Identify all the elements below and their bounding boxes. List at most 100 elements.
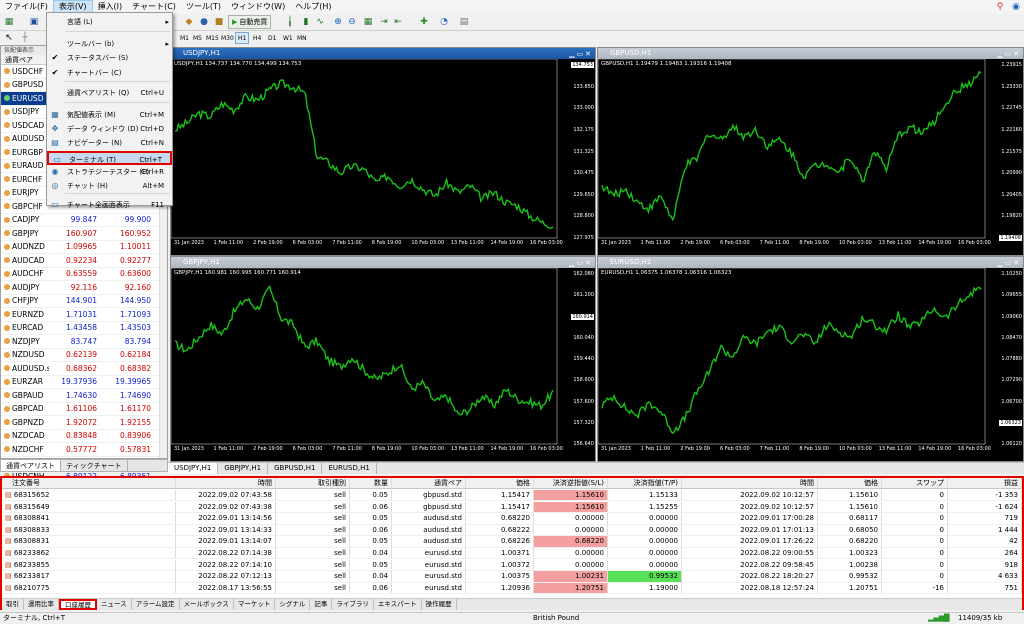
chart-title-bar[interactable]: USDJPY,H1 ▁▭✕: [171, 48, 595, 59]
market-watch-tab-0[interactable]: 通貨ペアリスト: [1, 460, 61, 471]
chart-tab-1[interactable]: GBPJPY,H1: [218, 463, 269, 474]
chart-tab-3[interactable]: EURUSD,H1: [322, 463, 377, 474]
timeframe-h1[interactable]: H1: [235, 32, 250, 44]
menu-item-6[interactable]: ヘルプ(H): [290, 0, 336, 14]
chart-window-gbpjpy[interactable]: GBPJPY,H1 ▁▭✕ GBPJPY,H1 160.981 160.995 16…: [170, 256, 596, 462]
chart-tab-0[interactable]: USDJPY,H1: [168, 463, 219, 474]
templates-icon[interactable]: ▤: [458, 16, 470, 28]
menu-option-7[interactable]: ▤ ナビゲーター (N) Ctrl+N: [47, 136, 172, 150]
menu-option-9[interactable]: ◉ ストラテジーテスター (E) Ctrl+R: [47, 165, 172, 179]
quote-row[interactable]: AUDNZD 1.09965 1.10011: [1, 241, 167, 254]
terminal-tab-1[interactable]: 運用比率: [24, 599, 59, 610]
quote-row[interactable]: GBPCAD 1.61106 1.61170: [1, 403, 167, 416]
timeframe-h4[interactable]: H4: [250, 32, 264, 44]
quote-row[interactable]: AUDUSD.std 0.68362 0.68382: [1, 362, 167, 376]
zoom-out-icon[interactable]: ⊖: [346, 16, 358, 28]
history-row[interactable]: ▤ 68308833 2022.09.01 13:14:33 sell 0.06 aud…: [2, 524, 1022, 537]
timeframe-d1[interactable]: D1: [265, 32, 279, 44]
terminal-tab-7[interactable]: シグナル: [275, 599, 311, 610]
terminal-tab-4[interactable]: アラーム設定: [132, 599, 180, 610]
terminal-tab-0[interactable]: 取引: [2, 599, 24, 610]
candlestick-icon[interactable]: ▮: [300, 16, 312, 28]
column-header-1[interactable]: 時間: [176, 478, 276, 488]
quote-row[interactable]: AUDJPY 92.116 92.160: [1, 281, 167, 295]
quote-row[interactable]: EURNZD 1.71031 1.71093: [1, 308, 167, 322]
menu-item-4[interactable]: ツール(T): [181, 0, 226, 14]
terminal-tab-5[interactable]: メールボックス: [180, 599, 234, 610]
chart-window-usdjpy[interactable]: USDJPY,H1 ▁▭✕ USDJPY,H1 134.737 134.770 13…: [170, 47, 596, 256]
history-row[interactable]: ▤ 68233855 2022.08.22 07:14:10 sell 0.05 eur…: [2, 559, 1022, 571]
column-header-8[interactable]: 時間: [682, 478, 818, 488]
menu-item-5[interactable]: ウィンドウ(W): [226, 0, 290, 14]
profiles-icon[interactable]: ▣: [28, 16, 40, 28]
column-header-9[interactable]: 価格: [818, 478, 882, 488]
symbol-column-header[interactable]: 通貨ペア: [5, 55, 33, 64]
column-header-11[interactable]: 損益: [948, 478, 1022, 488]
quote-row[interactable]: EURCAD 1.43458 1.43503: [1, 322, 167, 335]
history-row[interactable]: ▤ 68233817 2022.08.22 07:12:13 sell 0.04 eur…: [2, 571, 1022, 583]
terminal-tab-3[interactable]: ニュース: [97, 599, 132, 610]
zoom-in-icon[interactable]: ⊕: [332, 16, 344, 28]
column-header-2[interactable]: 取引種別: [276, 478, 350, 488]
line-chart-icon[interactable]: ∿: [314, 16, 326, 28]
chart-title-bar[interactable]: GBPJPY,H1 ▁▭✕: [171, 257, 595, 268]
menu-option-4[interactable]: 通貨ペアリスト (Q) Ctrl+U: [47, 86, 172, 100]
quote-row[interactable]: EURZAR 19.37936 19.39965: [1, 376, 167, 389]
history-row[interactable]: ▤ 68210775 2022.08.17 13:56:55 sell 0.06 eur…: [2, 582, 1022, 595]
price-plot[interactable]: [171, 268, 595, 461]
bar-chart-icon[interactable]: ╽: [284, 16, 296, 28]
column-header-6[interactable]: 決済逆指値(S/L): [534, 478, 608, 488]
terminal-icon[interactable]: ■: [213, 16, 225, 28]
menu-option-11[interactable]: ▭ チャート全画面表示 F11: [47, 198, 172, 212]
column-header-0[interactable]: 注文番号: [2, 478, 176, 488]
history-row[interactable]: ▤ 68315652 2022.09.02 07:43:58 sell 0.05 gbp…: [2, 490, 1022, 502]
menu-option-10[interactable]: ◎ チャット (H) Alt+M: [47, 179, 172, 193]
quote-row[interactable]: GBPAUD 1.74630 1.74690: [1, 389, 167, 403]
quote-row[interactable]: NZDCHF 0.57772 0.57831: [1, 443, 167, 457]
quote-row[interactable]: CHFJPY 144.901 144.950: [1, 295, 167, 308]
market-watch-tab-1[interactable]: ティックチャート: [61, 460, 128, 471]
menu-option-6[interactable]: ✥ データ ウィンドウ (D) Ctrl+D: [47, 122, 172, 136]
price-plot[interactable]: [598, 268, 1023, 461]
chart-window-gbpusd[interactable]: GBPUSD,H1 ▁▭✕ GBPUSD,H1 1.19479 1.19483 1.…: [597, 47, 1024, 256]
autoscroll-icon[interactable]: ⇥: [378, 16, 390, 28]
new-chart-icon[interactable]: ▦: [3, 16, 15, 28]
quote-row[interactable]: CADJPY 99.847 99.900: [1, 214, 167, 227]
timeframe-m30[interactable]: M30: [218, 32, 237, 44]
chat-icon[interactable]: ◉: [1010, 1, 1022, 13]
crosshair-icon[interactable]: ┼: [19, 32, 31, 44]
price-plot[interactable]: [171, 59, 595, 255]
chart-title-bar[interactable]: GBPUSD,H1 ▁▭✕: [598, 48, 1023, 59]
chart-shift-icon[interactable]: ⇤: [392, 16, 404, 28]
history-row[interactable]: ▤ 68308831 2022.09.01 13:14:07 sell 0.05 aud…: [2, 536, 1022, 548]
cursor-icon[interactable]: ↖: [3, 32, 15, 44]
timeframe-mn[interactable]: MN: [294, 32, 310, 44]
terminal-tab-8[interactable]: 記事: [310, 599, 333, 610]
history-row[interactable]: ▤ 68308841 2022.09.01 13:14:56 sell 0.05 aud…: [2, 513, 1022, 525]
column-header-3[interactable]: 数量: [350, 478, 392, 488]
search-icon[interactable]: ⚲: [994, 1, 1006, 13]
indicators-icon[interactable]: ✚: [418, 16, 430, 28]
menu-option-5[interactable]: ▦ 気配値表示 (M) Ctrl+M: [47, 108, 172, 122]
terminal-tab-9[interactable]: ライブラリ: [332, 599, 374, 610]
terminal-tab-6[interactable]: マーケット: [234, 599, 276, 610]
quote-row[interactable]: NZDUSD 0.62139 0.62184: [1, 349, 167, 362]
menu-option-2[interactable]: ✔ ステータスバー (S): [47, 51, 172, 65]
menu-option-1[interactable]: ツールバー (b) ▸: [47, 37, 172, 51]
column-header-10[interactable]: スワップ: [882, 478, 948, 488]
column-header-7[interactable]: 決済指値(T/P): [608, 478, 682, 488]
quote-row[interactable]: AUDCHF 0.63559 0.63600: [1, 268, 167, 281]
history-row[interactable]: ▤ 68315649 2022.09.02 07:43:38 sell 0.06 gbp…: [2, 501, 1022, 513]
history-row[interactable]: ▤ 68233862 2022.08.22 07:14:38 sell 0.04 eur…: [2, 548, 1022, 560]
auto-trading-button[interactable]: ▶ 自動売買: [228, 15, 272, 29]
menu-item-0[interactable]: ファイル(F): [0, 0, 53, 14]
chart-title-bar[interactable]: EURUSD,H1 ▁▭✕: [598, 257, 1023, 268]
market-watch-icon[interactable]: ◆: [183, 16, 195, 28]
quote-row[interactable]: GBPJPY 160.907 160.952: [1, 227, 167, 241]
chart-window-eurusd[interactable]: EURUSD,H1 ▁▭✕ EURUSD,H1 1.06375 1.06378 1.…: [597, 256, 1024, 462]
menu-option-0[interactable]: 言語 (L) ▸: [47, 15, 172, 29]
quote-row[interactable]: NZDCAD 0.83848 0.83906: [1, 430, 167, 443]
terminal-tab-10[interactable]: エキスパート: [374, 599, 422, 610]
quote-row[interactable]: GBPNZD 1.92072 1.92155: [1, 416, 167, 430]
terminal-tab-11[interactable]: 操作履歴: [422, 599, 457, 610]
